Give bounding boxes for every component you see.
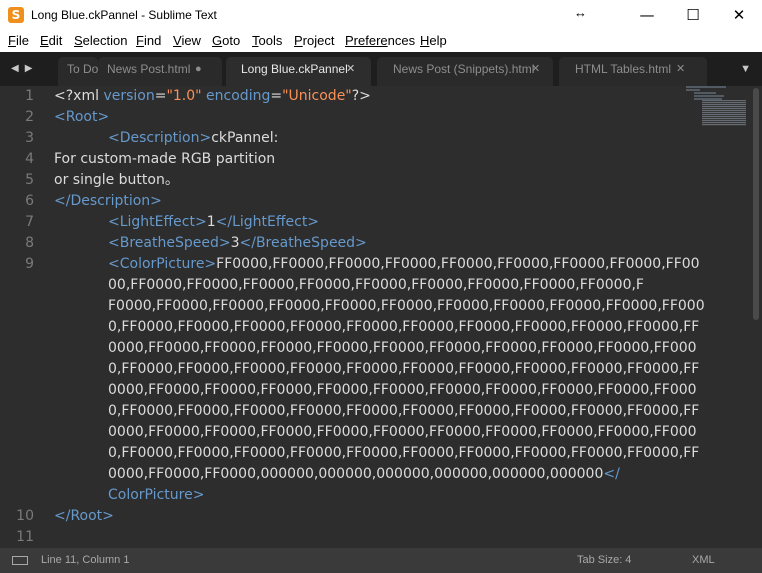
code-line-7: <LightEffect>1</LightEffect> bbox=[108, 214, 320, 230]
minimap-line bbox=[686, 86, 726, 88]
code-line-9-wrap: ColorPicture> bbox=[108, 487, 205, 503]
minimap-line bbox=[694, 92, 716, 94]
unsaved-dot-icon[interactable]: ● bbox=[195, 57, 202, 81]
line-number: 3 bbox=[25, 130, 34, 146]
tab-label: News Post.html bbox=[107, 62, 191, 76]
tab-close-icon[interactable]: ✕ bbox=[531, 57, 540, 81]
tab-label: News Post (Snippets).html bbox=[393, 62, 535, 76]
line-number: 9 bbox=[25, 256, 34, 272]
code-line-6: </Description> bbox=[54, 193, 162, 209]
code-line-9-wrap: 0000,FF0000,FF0000,000000,000000,000000,… bbox=[108, 466, 620, 482]
code-line-9-wrap: 0,FF0000,FF0000,FF0000,FF0000,FF0000,FF0… bbox=[108, 445, 700, 461]
line-number: 5 bbox=[25, 172, 34, 188]
tab-nav-right-icon[interactable]: ▶ bbox=[25, 63, 33, 74]
tab-label: To Do bbox=[67, 62, 98, 76]
line-number: 4 bbox=[25, 151, 34, 167]
line-number: 11 bbox=[16, 529, 34, 545]
code-line-9-wrap: F0000,FF0000,FF0000,FF0000,FF0000,FF0000… bbox=[108, 298, 705, 314]
code-line-4: For custom-made RGB partition bbox=[54, 151, 276, 167]
code-line-9-wrap: 0000,FF0000,FF0000,FF0000,FF0000,FF0000,… bbox=[108, 382, 697, 398]
code-line-9-wrap: 0,FF0000,FF0000,FF0000,FF0000,FF0000,FF0… bbox=[108, 319, 700, 335]
code-line-9-wrap: 0000,FF0000,FF0000,FF0000,FF0000,FF0000,… bbox=[108, 340, 697, 356]
close-button[interactable]: ✕ bbox=[716, 0, 762, 30]
tab-nav-arrows: ◀ ▶ bbox=[0, 52, 44, 86]
cursor-position[interactable]: Line 11, Column 1 bbox=[41, 548, 129, 573]
menu-view[interactable]: View bbox=[173, 33, 201, 48]
tab-list-dropdown-icon[interactable]: ▼ bbox=[740, 52, 751, 86]
menu-goto[interactable]: Goto bbox=[212, 33, 240, 48]
tab-news-post-snippets[interactable]: News Post (Snippets).html ✕ bbox=[377, 57, 553, 86]
tab-label: Long Blue.ckPannel bbox=[241, 62, 348, 76]
tab-news-post[interactable]: News Post.html ● bbox=[98, 57, 222, 86]
window-title: Long Blue.ckPannel - Sublime Text bbox=[31, 8, 217, 22]
code-line-8: <BreatheSpeed>3</BreatheSpeed> bbox=[108, 235, 367, 251]
line-number: 10 bbox=[16, 508, 34, 524]
line-number: 8 bbox=[25, 235, 34, 251]
code-line-3: <Description>ckPannel: bbox=[108, 130, 279, 146]
minimap-line bbox=[686, 89, 700, 91]
tab-nav-left-icon[interactable]: ◀ bbox=[11, 63, 19, 74]
tab-label: HTML Tables.html bbox=[575, 62, 672, 76]
code-line-5: or single button。 bbox=[54, 172, 179, 188]
code-text[interactable]: <?xml version="1.0" encoding="Unicode"?>… bbox=[54, 86, 705, 548]
menu-tools[interactable]: Tools bbox=[252, 33, 282, 48]
tab-long-blue[interactable]: Long Blue.ckPannel ✕ bbox=[226, 57, 371, 86]
minimap[interactable] bbox=[686, 86, 748, 131]
menu-selection[interactable]: Selection bbox=[74, 33, 127, 48]
code-line-9-wrap: 0,FF0000,FF0000,FF0000,FF0000,FF0000,FF0… bbox=[108, 361, 700, 377]
menu-help[interactable]: Help bbox=[420, 33, 447, 48]
menu-bar: File Edit Selection Find View Goto Tools… bbox=[0, 30, 762, 52]
tab-close-icon[interactable]: ✕ bbox=[676, 57, 685, 81]
vertical-scrollbar[interactable] bbox=[750, 86, 762, 548]
code-line-2: <Root> bbox=[54, 109, 110, 125]
menu-find[interactable]: Find bbox=[136, 33, 161, 48]
line-number: 1 bbox=[25, 88, 34, 104]
minimap-line bbox=[694, 95, 724, 97]
tab-html-tables[interactable]: HTML Tables.html ✕ bbox=[559, 57, 707, 86]
maximize-button[interactable]: ☐ bbox=[670, 0, 716, 30]
code-line-1: <?xml version="1.0" encoding="Unicode"?> bbox=[54, 88, 371, 104]
code-line-9-wrap: 0,FF0000,FF0000,FF0000,FF0000,FF0000,FF0… bbox=[108, 403, 700, 419]
code-line-9-wrap: 00,FF0000,FF0000,FF0000,FF0000,FF0000,FF… bbox=[108, 277, 644, 293]
menu-project[interactable]: Project bbox=[294, 33, 334, 48]
line-number: 6 bbox=[25, 193, 34, 209]
resize-cursor-icon: ↔ bbox=[574, 5, 587, 20]
status-bar: Line 11, Column 1 Tab Size: 4 XML bbox=[0, 548, 762, 573]
panel-toggle-icon[interactable] bbox=[12, 556, 28, 565]
tab-bar: ◀ ▶ To Do News Post.html ● Long Blue.ckPa… bbox=[0, 52, 762, 86]
tab-size-indicator[interactable]: Tab Size: 4 bbox=[577, 548, 631, 573]
menu-file[interactable]: File bbox=[8, 33, 29, 48]
line-number: 7 bbox=[25, 214, 34, 230]
editor-area[interactable]: 1 2 3 4 5 6 7 8 9 10 11 <?xml version="1… bbox=[0, 86, 762, 548]
title-bar: S Long Blue.ckPannel - Sublime Text ↔ — … bbox=[0, 0, 762, 30]
line-number: 2 bbox=[25, 109, 34, 125]
code-line-9: <ColorPicture>FF0000,FF0000,FF0000,FF000… bbox=[108, 256, 700, 272]
line-number-gutter: 1 2 3 4 5 6 7 8 9 10 11 bbox=[0, 86, 44, 548]
menu-preferences[interactable]: Preferences bbox=[345, 33, 415, 48]
code-line-9-wrap: 0000,FF0000,FF0000,FF0000,FF0000,FF0000,… bbox=[108, 424, 697, 440]
minimize-button[interactable]: — bbox=[624, 0, 670, 30]
scrollbar-thumb[interactable] bbox=[753, 88, 759, 320]
tab-to-do[interactable]: To Do bbox=[58, 57, 98, 86]
minimap-block bbox=[702, 100, 746, 126]
menu-edit[interactable]: Edit bbox=[40, 33, 62, 48]
tab-close-icon[interactable]: ✕ bbox=[346, 57, 355, 81]
code-line-10: </Root> bbox=[54, 508, 114, 524]
sublime-app-icon: S bbox=[8, 7, 24, 23]
syntax-indicator[interactable]: XML bbox=[692, 548, 715, 573]
